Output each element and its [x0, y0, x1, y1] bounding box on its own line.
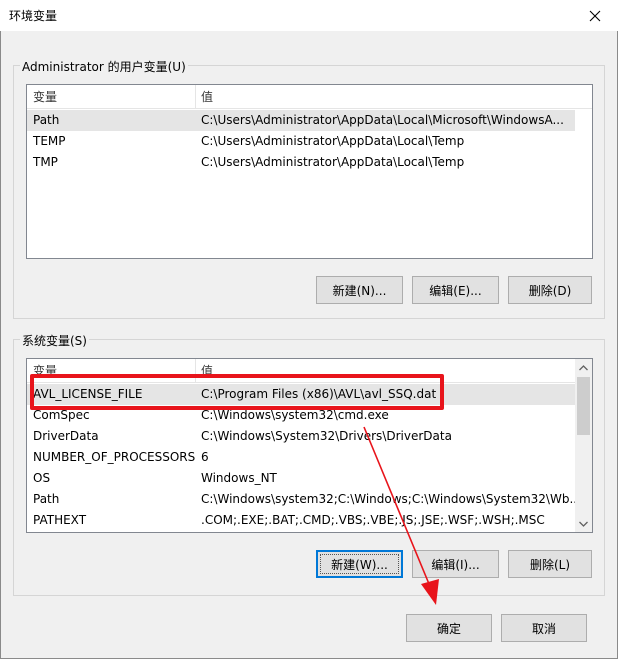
system-delete-button[interactable]: 删除(L) [508, 550, 592, 578]
variable-value: Windows_NT [201, 471, 277, 485]
scroll-up-arrow[interactable] [575, 359, 592, 376]
close-button[interactable] [572, 0, 618, 31]
system-vars-list[interactable]: 变量 值 AVL_LICENSE_FILE C:\Program Files (… [26, 358, 593, 533]
vertical-scrollbar[interactable] [575, 359, 592, 532]
variable-name: ComSpec [33, 408, 90, 422]
variable-name: DriverData [33, 429, 99, 443]
user-vars-label: Administrator 的用户变量(U) [20, 58, 188, 75]
user-vars-header: 变量 值 [27, 85, 592, 109]
user-new-button[interactable]: 新建(N)... [316, 276, 403, 304]
system-vars-header: 变量 值 [27, 359, 592, 383]
list-item[interactable]: AVL_LICENSE_FILE C:\Program Files (x86)\… [27, 384, 575, 405]
user-delete-button[interactable]: 删除(D) [508, 276, 592, 304]
list-item[interactable]: Path C:\Users\Administrator\AppData\Loca… [27, 110, 575, 131]
list-item[interactable]: NUMBER_OF_PROCESSORS 6 [27, 447, 575, 468]
column-header-variable[interactable]: 变量 [27, 359, 57, 383]
scrollbar-thumb[interactable] [577, 377, 590, 435]
window-title: 环境变量 [9, 9, 58, 23]
variable-value: C:\Users\Administrator\AppData\Local\Tem… [201, 134, 465, 148]
variable-name: Path [33, 492, 60, 506]
system-vars-label: 系统变量(S) [20, 332, 89, 349]
column-header-value[interactable]: 值 [195, 359, 213, 383]
ok-button[interactable]: 确定 [406, 614, 492, 642]
close-icon [589, 10, 601, 21]
chevron-up-icon [579, 364, 588, 370]
cancel-button[interactable]: 取消 [501, 614, 587, 642]
user-edit-button[interactable]: 编辑(E)... [412, 276, 499, 304]
user-vars-list[interactable]: 变量 值 Path C:\Users\Administrator\AppData… [26, 84, 593, 259]
variable-value: C:\Windows\system32;C:\Windows;C:\Window… [201, 492, 581, 506]
variable-name: OS [33, 471, 51, 485]
list-item[interactable]: OS Windows_NT [27, 468, 575, 489]
variable-name: NUMBER_OF_PROCESSORS [33, 450, 196, 464]
variable-value: .COM;.EXE;.BAT;.CMD;.VBS;.VBE;.JS;.JSE;.… [201, 513, 545, 527]
list-item[interactable]: DriverData C:\Windows\System32\Drivers\D… [27, 426, 575, 447]
system-new-button[interactable]: 新建(W)... [316, 550, 403, 578]
title-bar: 环境变量 [0, 0, 618, 31]
list-item[interactable]: Path C:\Windows\system32;C:\Windows;C:\W… [27, 489, 581, 510]
system-edit-button[interactable]: 编辑(I)... [412, 550, 499, 578]
variable-value: C:\Users\Administrator\AppData\Local\Mic… [201, 113, 564, 127]
variable-value: C:\Users\Administrator\AppData\Local\Tem… [201, 155, 465, 169]
variable-name: TMP [33, 155, 58, 169]
scroll-down-arrow[interactable] [575, 515, 592, 532]
variable-value: C:\Program Files (x86)\AVL\avl_SSQ.dat [201, 387, 437, 401]
column-header-variable[interactable]: 变量 [27, 85, 57, 109]
variable-name: TEMP [33, 134, 66, 148]
variable-value: C:\Windows\System32\Drivers\DriverData [201, 429, 452, 443]
variable-name: Path [33, 113, 60, 127]
variable-name: PATHEXT [33, 513, 87, 527]
list-item[interactable]: ComSpec C:\Windows\system32\cmd.exe [27, 405, 575, 426]
list-item[interactable]: TMP C:\Users\Administrator\AppData\Local… [27, 152, 575, 173]
list-item[interactable]: PATHEXT .COM;.EXE;.BAT;.CMD;.VBS;.VBE;.J… [27, 510, 575, 531]
variable-value: C:\Windows\system32\cmd.exe [201, 408, 389, 422]
chevron-down-icon [579, 521, 588, 527]
list-item[interactable]: TEMP C:\Users\Administrator\AppData\Loca… [27, 131, 575, 152]
column-header-value[interactable]: 值 [195, 85, 213, 109]
variable-value: 6 [201, 450, 209, 464]
variable-name: AVL_LICENSE_FILE [33, 387, 143, 401]
